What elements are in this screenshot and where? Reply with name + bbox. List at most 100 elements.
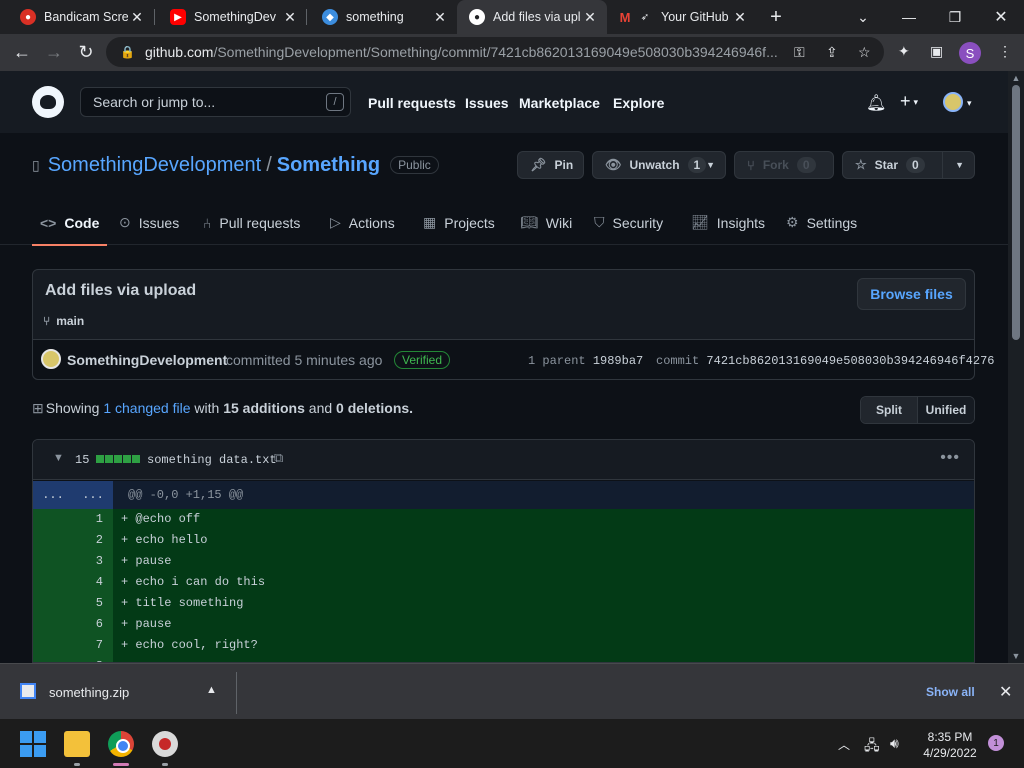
nav-marketplace[interactable]: Marketplace bbox=[519, 95, 600, 111]
tab-wiki[interactable]: 📖︎ Wiki bbox=[520, 200, 572, 245]
tab-pull-requests[interactable]: ⑃ Pull requests bbox=[203, 200, 300, 245]
back-icon[interactable]: ← bbox=[8, 38, 36, 66]
verified-badge[interactable]: Verified bbox=[394, 351, 451, 369]
pin-button[interactable]: 📌︎ Pin bbox=[517, 151, 584, 179]
network-icon[interactable]: 🖧︎ bbox=[864, 735, 880, 759]
notification-badge[interactable]: 1 bbox=[988, 735, 1004, 751]
star-button[interactable]: ☆ Star 0 ▼ bbox=[842, 151, 975, 179]
tab-title: Bandicam Scree bbox=[44, 10, 128, 24]
new-tab-button[interactable]: + bbox=[754, 0, 798, 34]
tab-code[interactable]: <> Code bbox=[31, 200, 108, 246]
tab-title: something bbox=[346, 10, 404, 24]
hunk-header: ...... @@ -0,0 +1,15 @@ bbox=[33, 481, 974, 509]
download-item[interactable]: something.zip bbox=[49, 685, 129, 700]
profile-avatar[interactable]: S bbox=[959, 42, 981, 64]
browser-tab-gmail[interactable]: M ➶ Your GitHub ✕ bbox=[607, 0, 757, 34]
parent-info: 1 parent 1989ba7 bbox=[528, 354, 644, 368]
chevron-down-icon[interactable]: ▼ bbox=[706, 160, 715, 170]
reload-icon[interactable]: ↻ bbox=[72, 38, 100, 66]
github-logo-icon[interactable] bbox=[32, 86, 64, 118]
side-panel-icon[interactable]: ▣ bbox=[930, 43, 943, 60]
diff-line: 2 + echo hello bbox=[33, 530, 974, 551]
volume-icon[interactable]: 🔊︎ bbox=[890, 735, 899, 752]
commit-author-link[interactable]: SomethingDevelopment bbox=[67, 352, 227, 368]
zip-file-icon bbox=[20, 683, 36, 699]
notifications-bell-icon[interactable]: 🔔︎ bbox=[866, 93, 886, 113]
hunk-expand[interactable]: ...... bbox=[33, 481, 113, 509]
close-tab-icon[interactable]: ✕ bbox=[731, 9, 749, 26]
more-options-icon[interactable]: ••• bbox=[940, 449, 960, 467]
table-icon: ▦ bbox=[423, 214, 437, 230]
tab-search-icon[interactable]: ⌄ bbox=[840, 0, 886, 34]
chrome-icon[interactable] bbox=[108, 731, 134, 757]
unified-view-button[interactable]: Unified bbox=[918, 397, 974, 423]
chevron-down-icon[interactable]: ▼ bbox=[955, 160, 964, 170]
menu-dots-icon[interactable]: ⋮ bbox=[998, 43, 1012, 60]
scroll-up-icon[interactable]: ▲ bbox=[1008, 73, 1024, 83]
windows-start-icon[interactable] bbox=[20, 731, 46, 757]
parent-sha-link[interactable]: 1989ba7 bbox=[593, 354, 643, 368]
tab-security[interactable]: ⛉ Security bbox=[594, 200, 663, 245]
branch-icon: ⑂ bbox=[43, 314, 51, 328]
diff-line: 5 + title something bbox=[33, 593, 974, 614]
search-input[interactable]: Search or jump to... / bbox=[80, 87, 351, 117]
changed-files-link[interactable]: 1 changed file bbox=[103, 400, 190, 416]
address-bar[interactable]: 🔒 github.com/SomethingDevelopment/Someth… bbox=[106, 37, 884, 67]
chevron-down-icon[interactable]: ▼ bbox=[53, 452, 64, 464]
user-avatar[interactable] bbox=[943, 92, 963, 112]
close-tab-icon[interactable]: ✕ bbox=[431, 9, 449, 26]
split-view-button[interactable]: Split bbox=[861, 397, 918, 423]
chevron-up-icon[interactable]: ︿ bbox=[838, 736, 850, 753]
close-icon[interactable]: ✕ bbox=[999, 682, 1012, 702]
show-all-button[interactable]: Show all bbox=[926, 685, 975, 699]
author-avatar[interactable] bbox=[41, 349, 61, 369]
commit-meta: SomethingDevelopment committed 5 minutes… bbox=[33, 339, 994, 379]
copy-icon[interactable]: ⧉ bbox=[274, 450, 283, 466]
nav-issues[interactable]: Issues bbox=[465, 95, 509, 111]
forward-icon[interactable]: → bbox=[40, 38, 68, 66]
commit-branch[interactable]: ⑂ main bbox=[43, 314, 84, 328]
repo-owner-link[interactable]: SomethingDevelopment bbox=[48, 154, 261, 177]
search-shortcut-key: / bbox=[326, 93, 344, 111]
chevron-down-icon[interactable]: ▾ bbox=[967, 98, 972, 109]
file-name-link[interactable]: something data.txt bbox=[147, 453, 277, 467]
windows-taskbar: ︿ 🖧︎ 🔊︎ 8:35 PM 4/29/2022 1 bbox=[0, 719, 1024, 768]
chevron-up-icon[interactable]: ▲ bbox=[206, 684, 217, 696]
bandicam-icon[interactable] bbox=[152, 731, 178, 757]
minimize-button[interactable]: — bbox=[886, 0, 932, 34]
tab-settings[interactable]: ⚙ Settings bbox=[786, 200, 857, 245]
scrollbar-thumb[interactable] bbox=[1012, 85, 1020, 340]
tab-insights[interactable]: 📈︎ Insights bbox=[691, 200, 765, 245]
close-tab-icon[interactable]: ✕ bbox=[281, 9, 299, 26]
clock[interactable]: 8:35 PM 4/29/2022 bbox=[920, 729, 980, 761]
page-scrollbar[interactable]: ▲ ▼ bbox=[1008, 71, 1024, 663]
unwatch-button[interactable]: 👁︎ Unwatch 1 ▼ bbox=[592, 151, 726, 179]
bookmark-star-icon[interactable]: ☆ bbox=[858, 44, 871, 61]
browser-tab-bandicam[interactable]: ● Bandicam Scree ✕ bbox=[0, 0, 154, 34]
extensions-icon[interactable]: ✦ bbox=[898, 43, 910, 60]
tab-issues[interactable]: ⊙ Issues bbox=[119, 200, 179, 245]
share-icon[interactable]: ⇪ bbox=[826, 44, 838, 61]
close-tab-icon[interactable]: ✕ bbox=[128, 9, 146, 26]
file-explorer-icon[interactable] bbox=[64, 731, 90, 757]
create-new-plus-icon[interactable]: + ▾ bbox=[900, 91, 918, 112]
nav-pull-requests[interactable]: Pull requests bbox=[368, 95, 456, 111]
file-header: ▼ 15 something data.txt ⧉ ••• bbox=[33, 440, 974, 480]
password-key-icon[interactable]: ⚿ bbox=[794, 44, 805, 61]
code-icon: <> bbox=[40, 214, 57, 231]
nav-explore[interactable]: Explore bbox=[613, 95, 664, 111]
diff-line-count: 15 bbox=[75, 453, 90, 467]
browser-tab-github-commit[interactable]: ● Add files via upl ✕ bbox=[457, 0, 607, 34]
scroll-down-icon[interactable]: ▼ bbox=[1008, 651, 1024, 661]
browser-tab-youtube[interactable]: ▶ SomethingDev ✕ bbox=[150, 0, 307, 34]
close-window-button[interactable]: ✕ bbox=[978, 0, 1024, 34]
close-tab-icon[interactable]: ✕ bbox=[581, 9, 599, 26]
github-icon: ● bbox=[469, 9, 485, 25]
star-count: 0 bbox=[906, 157, 925, 173]
repo-name-link[interactable]: Something bbox=[277, 154, 380, 177]
tab-projects[interactable]: ▦ Projects bbox=[423, 200, 495, 245]
restore-button[interactable]: ❐ bbox=[932, 0, 978, 34]
browse-files-button[interactable]: Browse files bbox=[857, 278, 966, 310]
tab-actions[interactable]: ▷ Actions bbox=[330, 200, 395, 245]
browser-tab-something[interactable]: ◆ something ✕ bbox=[302, 0, 457, 34]
